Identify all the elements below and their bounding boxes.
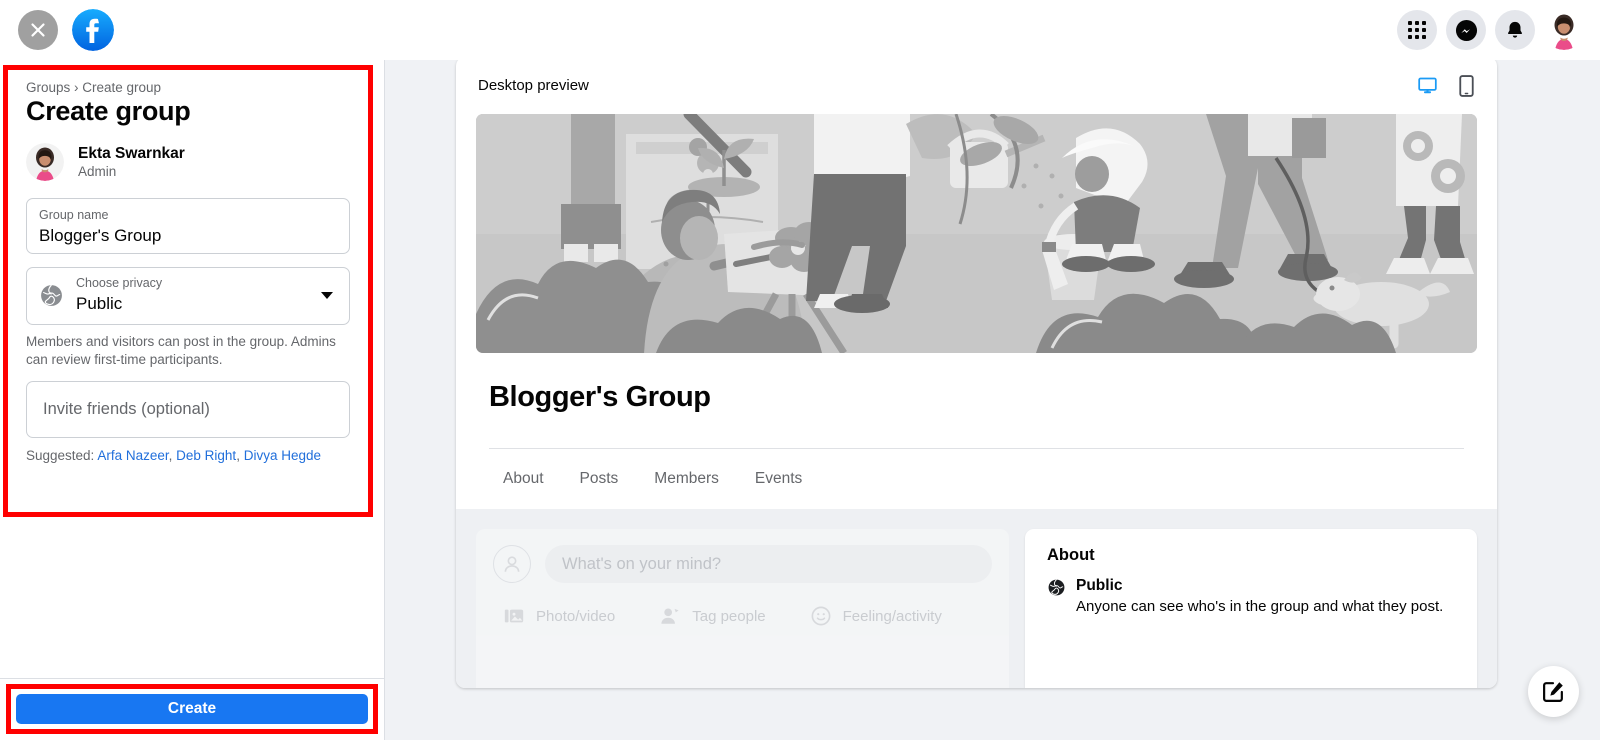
globe-icon — [41, 284, 62, 306]
cover-wrap — [456, 114, 1497, 353]
grid-menu-button[interactable] — [1397, 10, 1437, 50]
tab-posts[interactable]: Posts — [566, 461, 633, 497]
group-cover-image — [476, 114, 1477, 353]
form-content: Groups › Create group Create group Ekta … — [8, 70, 368, 463]
group-name-input[interactable]: Blogger's Group — [39, 225, 337, 248]
privacy-select[interactable]: Choose privacy Public — [26, 267, 350, 325]
create-group-form-panel: Groups › Create group Create group Ekta … — [0, 60, 385, 740]
compose-edit-icon — [1543, 682, 1563, 702]
invite-friends-field[interactable]: Invite friends (optional) — [26, 380, 350, 438]
tab-about[interactable]: About — [489, 461, 558, 497]
desktop-monitor-icon — [1418, 77, 1437, 94]
composer-avatar — [493, 545, 531, 583]
footer-divider — [0, 678, 385, 679]
messenger-icon — [1455, 19, 1477, 41]
about-privacy-value: Public — [1076, 577, 1123, 594]
mobile-preview-toggle[interactable] — [1458, 74, 1475, 97]
compose-fab-button[interactable] — [1528, 666, 1579, 717]
globe-icon — [1048, 579, 1065, 596]
suggested-person-2[interactable]: Deb Right — [176, 448, 236, 463]
preview-body: What's on your mind? Photo/video Tag peo… — [456, 509, 1497, 688]
form-highlight-box: Groups › Create group Create group Ekta … — [3, 65, 373, 517]
grid-menu-icon — [1408, 21, 1426, 39]
admin-identity: Ekta Swarnkar Admin — [78, 144, 185, 181]
close-icon — [31, 23, 45, 37]
topbar-left-group — [0, 9, 114, 51]
breadcrumb[interactable]: Groups › Create group — [26, 80, 350, 95]
tab-events[interactable]: Events — [741, 461, 816, 497]
privacy-label: Choose privacy — [76, 276, 163, 291]
chevron-down-icon[interactable] — [321, 291, 333, 299]
create-button-highlight-box: Create — [6, 684, 378, 734]
about-privacy-body: Public Anyone can see who's in the group… — [1076, 576, 1443, 618]
admin-avatar[interactable] — [26, 143, 64, 181]
admin-row: Ekta Swarnkar Admin — [26, 143, 350, 181]
profile-avatar[interactable] — [1544, 10, 1584, 50]
create-group-page: Groups › Create group Create group Ekta … — [0, 0, 1600, 740]
about-card-title: About — [1047, 546, 1095, 564]
user-placeholder-icon — [504, 556, 520, 572]
feeling-activity-button[interactable]: Feeling/activity — [810, 605, 942, 627]
about-privacy-row: Public Anyone can see who's in the group… — [1047, 576, 1455, 618]
desktop-preview-card: Desktop preview Blogger's Group About Po… — [456, 57, 1497, 688]
privacy-value: Public — [76, 293, 123, 313]
about-card: About Public Anyone can see who's in the… — [1025, 529, 1477, 688]
close-button[interactable] — [18, 10, 58, 50]
suggested-person-1[interactable]: Arfa Nazeer — [97, 448, 168, 463]
preview-header-title: Desktop preview — [478, 77, 589, 94]
create-button[interactable]: Create — [16, 694, 368, 724]
post-composer: What's on your mind? Photo/video Tag peo… — [476, 529, 1009, 688]
page-title: Create group — [26, 96, 191, 126]
feeling-activity-icon — [811, 606, 831, 626]
tag-people-icon — [661, 608, 679, 624]
invite-friends-placeholder: Invite friends (optional) — [43, 399, 210, 418]
group-cover-illustration — [476, 114, 1477, 353]
privacy-texts: Choose privacy Public — [76, 274, 309, 316]
photo-video-button[interactable]: Photo/video — [503, 605, 615, 627]
about-privacy-description: Anyone can see who's in the group and wh… — [1076, 598, 1444, 616]
suggested-person-3[interactable]: Divya Hegde — [244, 448, 321, 463]
admin-name: Ekta Swarnkar — [78, 144, 185, 162]
desktop-preview-toggle[interactable] — [1417, 75, 1438, 96]
suggested-sep-1: , — [168, 447, 173, 463]
tag-people-label: Tag people — [692, 607, 766, 625]
messenger-button[interactable] — [1446, 10, 1486, 50]
facebook-logo-icon[interactable] — [72, 9, 114, 51]
group-tabs: About Posts Members Events — [456, 449, 1497, 497]
mobile-phone-icon — [1459, 74, 1474, 97]
composer-input[interactable]: What's on your mind? — [545, 545, 992, 583]
tab-members[interactable]: Members — [640, 461, 733, 497]
tag-people-button[interactable]: Tag people — [659, 605, 766, 627]
notifications-button[interactable] — [1495, 10, 1535, 50]
group-title: Blogger's Group — [489, 381, 711, 413]
top-navigation-bar — [0, 0, 1600, 60]
admin-avatar-image — [26, 143, 64, 181]
topbar-right-group — [1397, 0, 1584, 60]
group-title-zone: Blogger's Group — [456, 353, 1497, 449]
suggested-label: Suggested: — [26, 447, 95, 463]
photo-video-label: Photo/video — [536, 607, 616, 625]
group-name-field[interactable]: Group name Blogger's Group — [26, 198, 350, 254]
group-name-label: Group name — [39, 208, 109, 222]
device-toggle-group — [1417, 74, 1475, 97]
privacy-helper-text: Members and visitors can post in the gro… — [26, 334, 336, 367]
admin-role: Admin — [78, 163, 117, 179]
composer-actions: Photo/video Tag people Feeling/activity — [493, 605, 992, 627]
feeling-activity-label: Feeling/activity — [842, 607, 942, 625]
suggested-sep-2: , — [236, 447, 240, 463]
photo-video-icon — [504, 609, 524, 623]
composer-top-row: What's on your mind? — [493, 545, 992, 583]
suggested-friends: Suggested: Arfa Nazeer, Deb Right, Divya… — [26, 448, 350, 463]
preview-header: Desktop preview — [456, 57, 1497, 114]
bell-icon — [1508, 21, 1522, 38]
